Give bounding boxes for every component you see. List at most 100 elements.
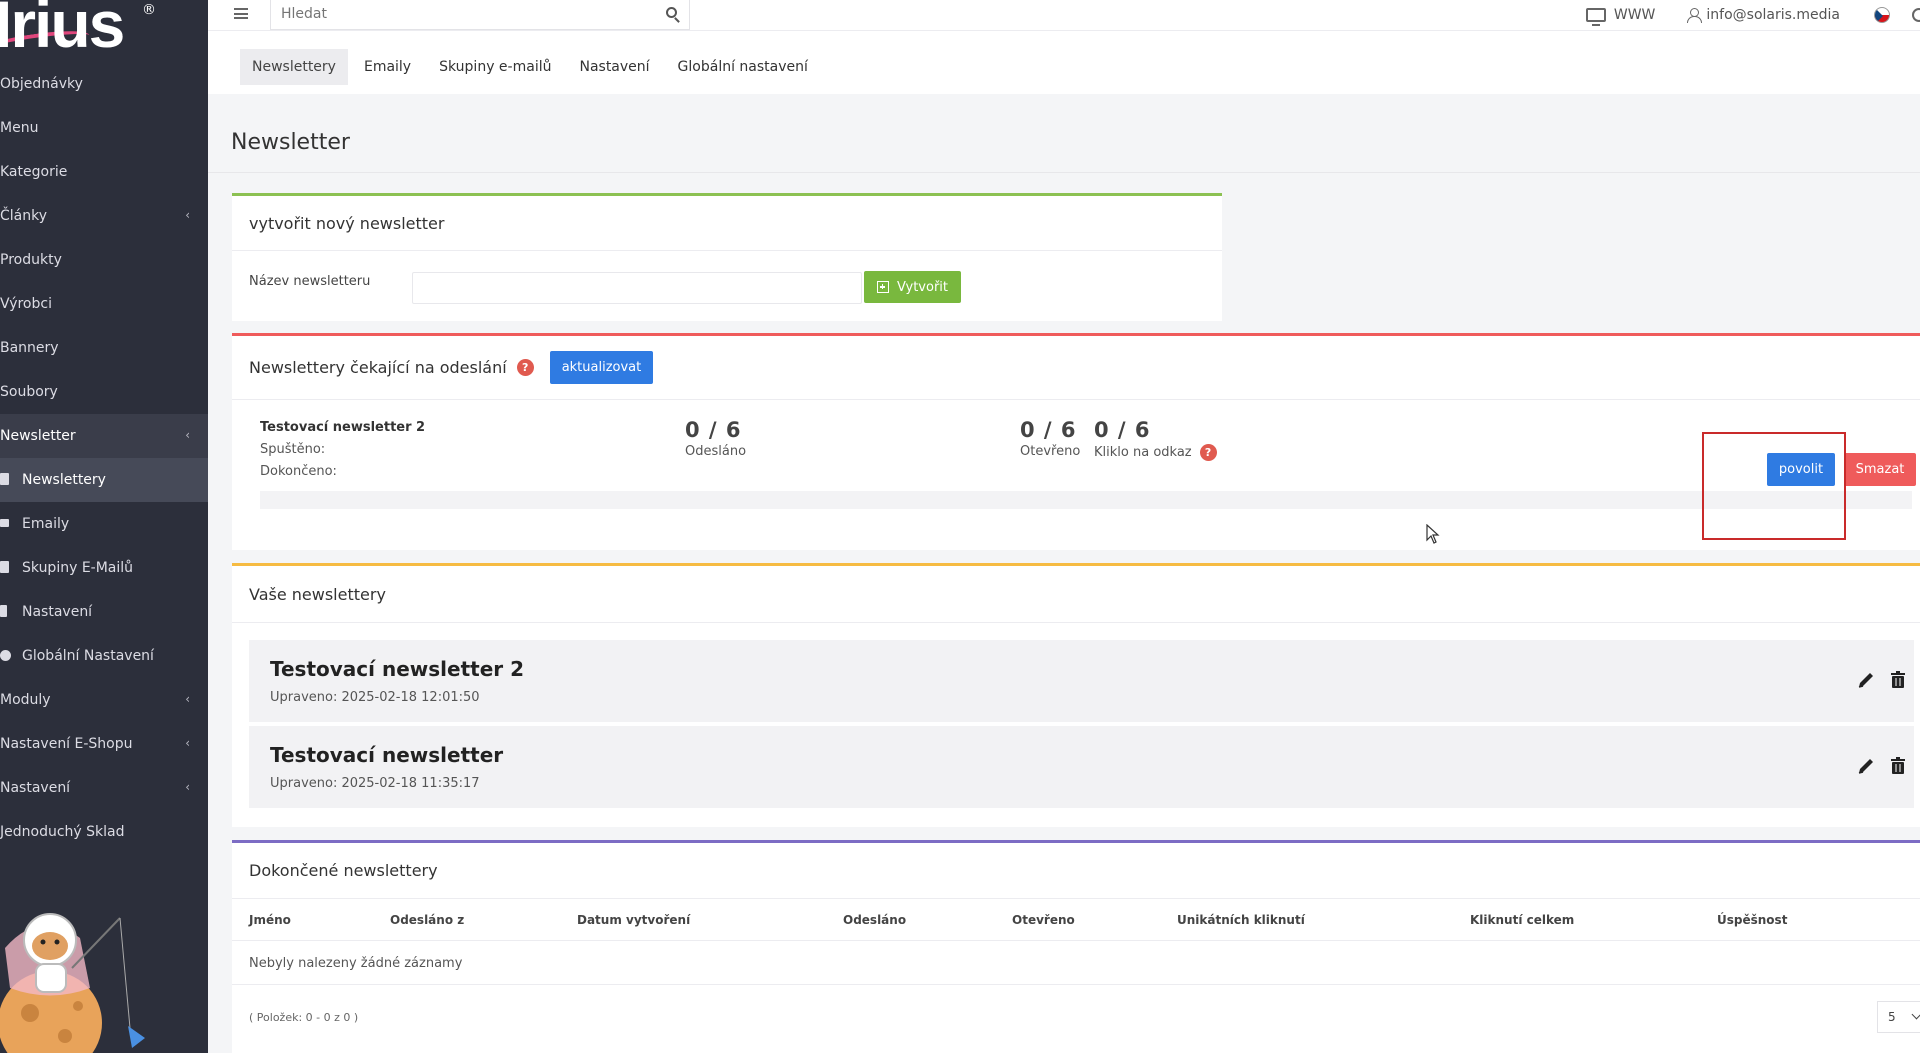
help-icon[interactable]: ? (516, 359, 534, 376)
sidebar-subitem-settings[interactable]: Nastavení (0, 590, 208, 634)
column-header[interactable]: Odesláno (843, 913, 906, 927)
sent-stat: 0 / 6 Odesláno (685, 418, 746, 459)
sidebar-subitem-global-settings[interactable]: Globální Nastavení (0, 634, 208, 678)
sidebar-item-categories[interactable]: Kategorie (0, 150, 208, 194)
sidebar-item-label: Produkty (0, 252, 62, 268)
address-book-icon (0, 561, 9, 573)
tabs: Newslettery Emaily Skupiny e-mailů Nasta… (240, 49, 824, 85)
tab-email-groups[interactable]: Skupiny e-mailů (427, 49, 563, 85)
column-header[interactable]: Datum vytvoření (577, 913, 690, 927)
chevron-down-icon (1911, 1009, 1920, 1020)
divider (208, 172, 1920, 173)
sidebar-item-label: Výrobci (0, 296, 52, 312)
started-label: Spuštěno: (260, 442, 326, 457)
sidebar-item-products[interactable]: Produkty (0, 238, 208, 282)
tab-global-settings[interactable]: Globální nastavení (666, 49, 820, 85)
sidebar-item-menu[interactable]: Menu (0, 106, 208, 150)
sidebar-item-label: Kategorie (0, 164, 68, 180)
sidebar-subitem-newsletters[interactable]: Newslettery (0, 458, 208, 502)
search-input[interactable] (271, 0, 631, 28)
newsletter-title[interactable]: Testovací newsletter 2 (270, 657, 524, 681)
sidebar-item-label: Jednoduchý Sklad (0, 824, 125, 840)
sidebar-menu-lower: Moduly ‹ Nastavení E-Shopu ‹ Nastavení ‹ Je… (0, 678, 208, 854)
hamburger-menu-icon[interactable] (234, 8, 248, 19)
power-icon[interactable] (1912, 8, 1920, 22)
sidebar-item-articles[interactable]: Články ‹ (0, 194, 208, 238)
sidebar-item-label: Nastavení (22, 604, 93, 620)
clicked-label-row: Kliklo na odkaz ? (1094, 444, 1217, 461)
pencil-icon[interactable] (1856, 756, 1876, 776)
column-header[interactable]: Unikátních kliknutí (1177, 913, 1305, 927)
sidebar-item-label: Skupiny E-Mailů (22, 560, 134, 576)
logo-registered-mark: ® (142, 2, 156, 18)
astronaut-dog-mascot-illustration (0, 913, 145, 1053)
newsletter-name-input[interactable] (412, 272, 862, 304)
sidebar-item-newsletter[interactable]: Newsletter ‹ (0, 414, 208, 458)
search-icon[interactable] (666, 7, 677, 18)
per-page-value: 5 (1888, 1010, 1896, 1024)
column-header[interactable]: Kliknutí celkem (1470, 913, 1574, 927)
newsletter-modified: Upraveno: 2025-02-18 11:35:17 (270, 776, 480, 791)
newsletter-modified: Upraveno: 2025-02-18 12:01:50 (270, 690, 480, 705)
chevron-left-icon: ‹ (185, 428, 190, 442)
card-title: Dokončené newslettery (232, 843, 1920, 899)
divider (232, 984, 1920, 985)
trash-icon[interactable] (1888, 756, 1908, 776)
help-icon[interactable]: ? (1199, 444, 1217, 461)
chevron-left-icon: ‹ (185, 780, 190, 794)
newsletter-row[interactable]: Testovací newsletter Upraveno: 2025-02-1… (249, 726, 1914, 808)
tab-emails[interactable]: Emaily (352, 49, 423, 85)
sidebar-item-label: Nastavení (0, 780, 71, 796)
www-link[interactable]: WWW (1585, 7, 1655, 26)
sidebar-item-label: Objednávky (0, 76, 83, 92)
plus-square-icon (876, 281, 889, 293)
clicked-value: 0 / 6 (1094, 418, 1151, 442)
column-header[interactable]: Jméno (249, 913, 291, 927)
opened-stat: 0 / 6 Otevřeno (1020, 418, 1080, 459)
trash-icon[interactable] (1888, 670, 1908, 690)
user-menu[interactable]: info@solaris.media (1687, 7, 1840, 23)
tab-settings[interactable]: Nastavení (567, 49, 661, 85)
sidebar-item-label: Nastavení E-Shopu (0, 736, 133, 752)
sidebar-menu: Objednávky Menu Kategorie Články ‹ Produk… (0, 62, 208, 458)
logo[interactable]: Irius ® (0, 0, 208, 62)
sidebar-item-label: Soubory (0, 384, 58, 400)
sidebar-item-settings[interactable]: Nastavení ‹ (0, 766, 208, 810)
sidebar-item-eshop-settings[interactable]: Nastavení E-Shopu ‹ (0, 722, 208, 766)
progress-bar (260, 491, 1912, 509)
sidebar-item-label: Bannery (0, 340, 59, 356)
per-page-select[interactable]: 5 (1877, 1001, 1920, 1033)
czech-flag-icon[interactable] (1874, 7, 1890, 23)
pencil-icon[interactable] (1856, 670, 1876, 690)
card-header: Newslettery čekající na odeslání ? aktua… (232, 336, 1920, 400)
sidebar-item-banners[interactable]: Bannery (0, 326, 208, 370)
user-email: info@solaris.media (1706, 7, 1840, 23)
opened-value: 0 / 6 (1020, 418, 1077, 442)
newsletter-title[interactable]: Testovací newsletter (270, 743, 503, 767)
sent-label: Odesláno (685, 444, 747, 459)
sidebar-subitem-email-groups[interactable]: Skupiny E-Mailů (0, 546, 208, 590)
column-header[interactable]: Úspěšnost (1717, 913, 1787, 927)
sidebar-item-simple-stock[interactable]: Jednoduchý Sklad (0, 810, 208, 854)
sidebar-item-orders[interactable]: Objednávky (0, 62, 208, 106)
completed-newsletters-card: Dokončené newslettery Jméno Odesláno z D… (232, 840, 1920, 1053)
create-button[interactable]: Vytvořit (864, 271, 961, 303)
column-header[interactable]: Otevřeno (1012, 913, 1075, 927)
mouse-cursor-icon (1426, 524, 1440, 544)
user-icon (1687, 8, 1703, 23)
your-newsletters-card: Vaše newslettery Testovací newsletter 2 … (232, 563, 1920, 827)
column-header[interactable]: Odesláno z (390, 913, 464, 927)
sent-value: 0 / 6 (685, 418, 742, 442)
sidebar-item-files[interactable]: Soubory (0, 370, 208, 414)
sidebar-item-modules[interactable]: Moduly ‹ (0, 678, 208, 722)
sidebar-item-label: Emaily (22, 516, 70, 532)
tab-newsletters[interactable]: Newslettery (240, 49, 348, 85)
sidebar-item-manufacturers[interactable]: Výrobci (0, 282, 208, 326)
delete-button[interactable]: Smazat (1844, 453, 1916, 486)
sliders-icon (0, 605, 7, 617)
refresh-button[interactable]: aktualizovat (549, 351, 654, 384)
newsletter-row[interactable]: Testovací newsletter 2 Upraveno: 2025-02… (249, 640, 1914, 722)
newspaper-icon (0, 473, 9, 485)
sidebar-subitem-emails[interactable]: Emaily (0, 502, 208, 546)
sidebar-item-label: Newslettery (22, 472, 106, 488)
